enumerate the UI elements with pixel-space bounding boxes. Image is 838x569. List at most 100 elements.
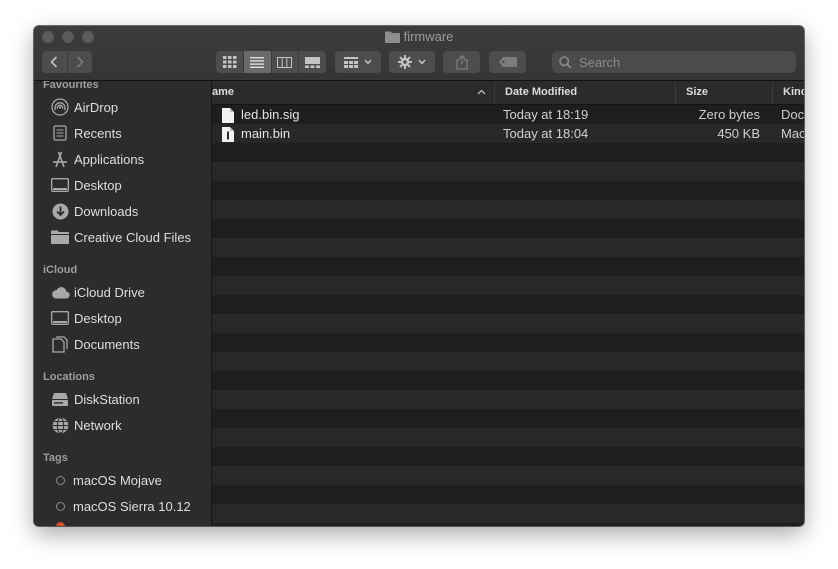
empty-row (212, 295, 804, 314)
search-field[interactable] (552, 51, 796, 73)
empty-row (212, 162, 804, 181)
sidebar-item-airdrop[interactable]: AirDrop (50, 96, 118, 118)
search-icon (559, 55, 572, 69)
empty-row (212, 409, 804, 428)
sidebar-item-label: Documents (74, 336, 140, 352)
edit-tags-button[interactable] (489, 51, 526, 73)
sidebar-item-applications[interactable]: Applications (50, 148, 144, 170)
file-date: Today at 18:04 (503, 126, 589, 141)
sidebar-item-icloud-desktop[interactable]: Desktop (50, 307, 122, 329)
server-icon (50, 390, 70, 408)
file-date: Today at 18:19 (503, 107, 589, 122)
sidebar-item-label: iCloud Drive (74, 284, 145, 300)
sidebar-item-documents[interactable]: Documents (50, 333, 140, 355)
file-name-cell: led.bin.sig (222, 105, 300, 125)
sidebar-item-label: DiskStation (74, 391, 140, 407)
empty-row (212, 181, 804, 200)
document-icon (222, 107, 234, 123)
tag-color-dot (56, 475, 65, 485)
sidebar-item-label: Creative Cloud Files (74, 229, 192, 245)
sidebar-tag-macos-mojave[interactable]: macOS Mojave (50, 469, 162, 491)
applications-icon (50, 150, 70, 168)
sidebar-item-label: macOS Mojave (73, 472, 162, 488)
sidebar-tag-macos-sierra[interactable]: macOS Sierra 10.12 (50, 495, 191, 517)
sort-ascending-icon (477, 81, 486, 104)
empty-row (212, 523, 804, 526)
executable-icon (222, 126, 234, 142)
column-header-row: ame Date Modified Size Kinc (212, 81, 804, 105)
empty-row (212, 447, 804, 466)
empty-row (212, 466, 804, 485)
column-header-date-modified[interactable]: Date Modified (494, 81, 675, 104)
icon-view-icon[interactable] (216, 51, 245, 73)
gallery-view-icon[interactable] (299, 51, 326, 73)
folder-icon (50, 228, 70, 246)
tag-color-dot (56, 501, 65, 511)
file-list: ame Date Modified Size Kinc led.bin.sig … (212, 81, 804, 526)
navigation-group (42, 51, 92, 73)
finder-window: firmware Search Favourites AirDrop Recen… (34, 26, 804, 526)
chevron-down-icon (418, 59, 426, 65)
search-input[interactable] (577, 53, 781, 71)
sidebar-item-label: macOS Sierra 10.12 (73, 498, 191, 514)
empty-row (212, 238, 804, 257)
column-view-icon[interactable] (272, 51, 299, 73)
sidebar-item-recents[interactable]: Recents (50, 122, 122, 144)
empty-row (212, 333, 804, 352)
column-header-kind[interactable]: Kinc (772, 81, 804, 104)
file-size: Zero bytes (698, 107, 760, 122)
column-header-size[interactable]: Size (675, 81, 772, 104)
sidebar-item-desktop[interactable]: Desktop (50, 174, 122, 196)
sidebar-item-label: Desktop (74, 310, 122, 326)
empty-row (212, 257, 804, 276)
empty-row (212, 428, 804, 447)
sidebar-item-downloads[interactable]: Downloads (50, 200, 138, 222)
sidebar-item-diskstation[interactable]: DiskStation (50, 388, 140, 410)
folder-icon (384, 31, 400, 47)
chevron-right-icon[interactable] (68, 51, 93, 73)
chevron-left-icon[interactable] (42, 51, 68, 73)
group-by-icon (344, 56, 358, 68)
share-button[interactable] (443, 51, 480, 73)
sidebar-item-label: Recents (74, 125, 122, 141)
list-view-icon[interactable] (244, 51, 272, 73)
title-bar: firmware (34, 26, 804, 81)
desktop-icon (50, 176, 70, 194)
sidebar-item-icloud-drive[interactable]: iCloud Drive (50, 281, 145, 303)
sidebar-item-label: Network (74, 417, 122, 433)
sidebar-header-tags: Tags (43, 452, 68, 464)
sidebar-item-label: Downloads (74, 203, 139, 219)
empty-row (212, 200, 804, 219)
file-row[interactable]: main.bin Today at 18:04 450 KB Mac (212, 124, 804, 143)
file-kind: Mac (781, 126, 804, 141)
file-row[interactable]: led.bin.sig Today at 18:19 Zero bytes Do… (212, 105, 804, 124)
window-title: firmware (34, 29, 804, 47)
empty-row (212, 504, 804, 523)
sidebar: Favourites AirDrop Recents Applications … (34, 81, 212, 526)
airdrop-icon (50, 98, 70, 116)
empty-row (212, 371, 804, 390)
empty-row (212, 314, 804, 333)
empty-row (212, 485, 804, 504)
column-header-name[interactable]: ame (212, 81, 494, 104)
empty-row (212, 143, 804, 162)
sidebar-item-label: Applications (74, 151, 145, 167)
sidebar-item-creative-cloud-files[interactable]: Creative Cloud Files (50, 226, 191, 248)
gear-icon (398, 55, 412, 69)
action-button[interactable] (389, 51, 435, 73)
empty-row (212, 352, 804, 371)
sidebar-item-label: AirDrop (74, 99, 119, 115)
sidebar-item-label: Desktop (74, 177, 122, 193)
group-by-button[interactable] (335, 51, 381, 73)
tag-color-dot (56, 522, 65, 526)
documents-icon (50, 335, 70, 353)
file-rows: led.bin.sig Today at 18:19 Zero bytes Do… (212, 105, 804, 526)
share-icon (455, 54, 468, 70)
sidebar-item-network[interactable]: Network (50, 414, 122, 436)
empty-row (212, 390, 804, 409)
sidebar-header-locations: Locations (43, 371, 95, 383)
view-mode-group (216, 51, 326, 73)
tag-icon (498, 57, 517, 67)
window-title-text: firmware (403, 29, 454, 44)
column-header-name-label: ame (212, 86, 235, 98)
